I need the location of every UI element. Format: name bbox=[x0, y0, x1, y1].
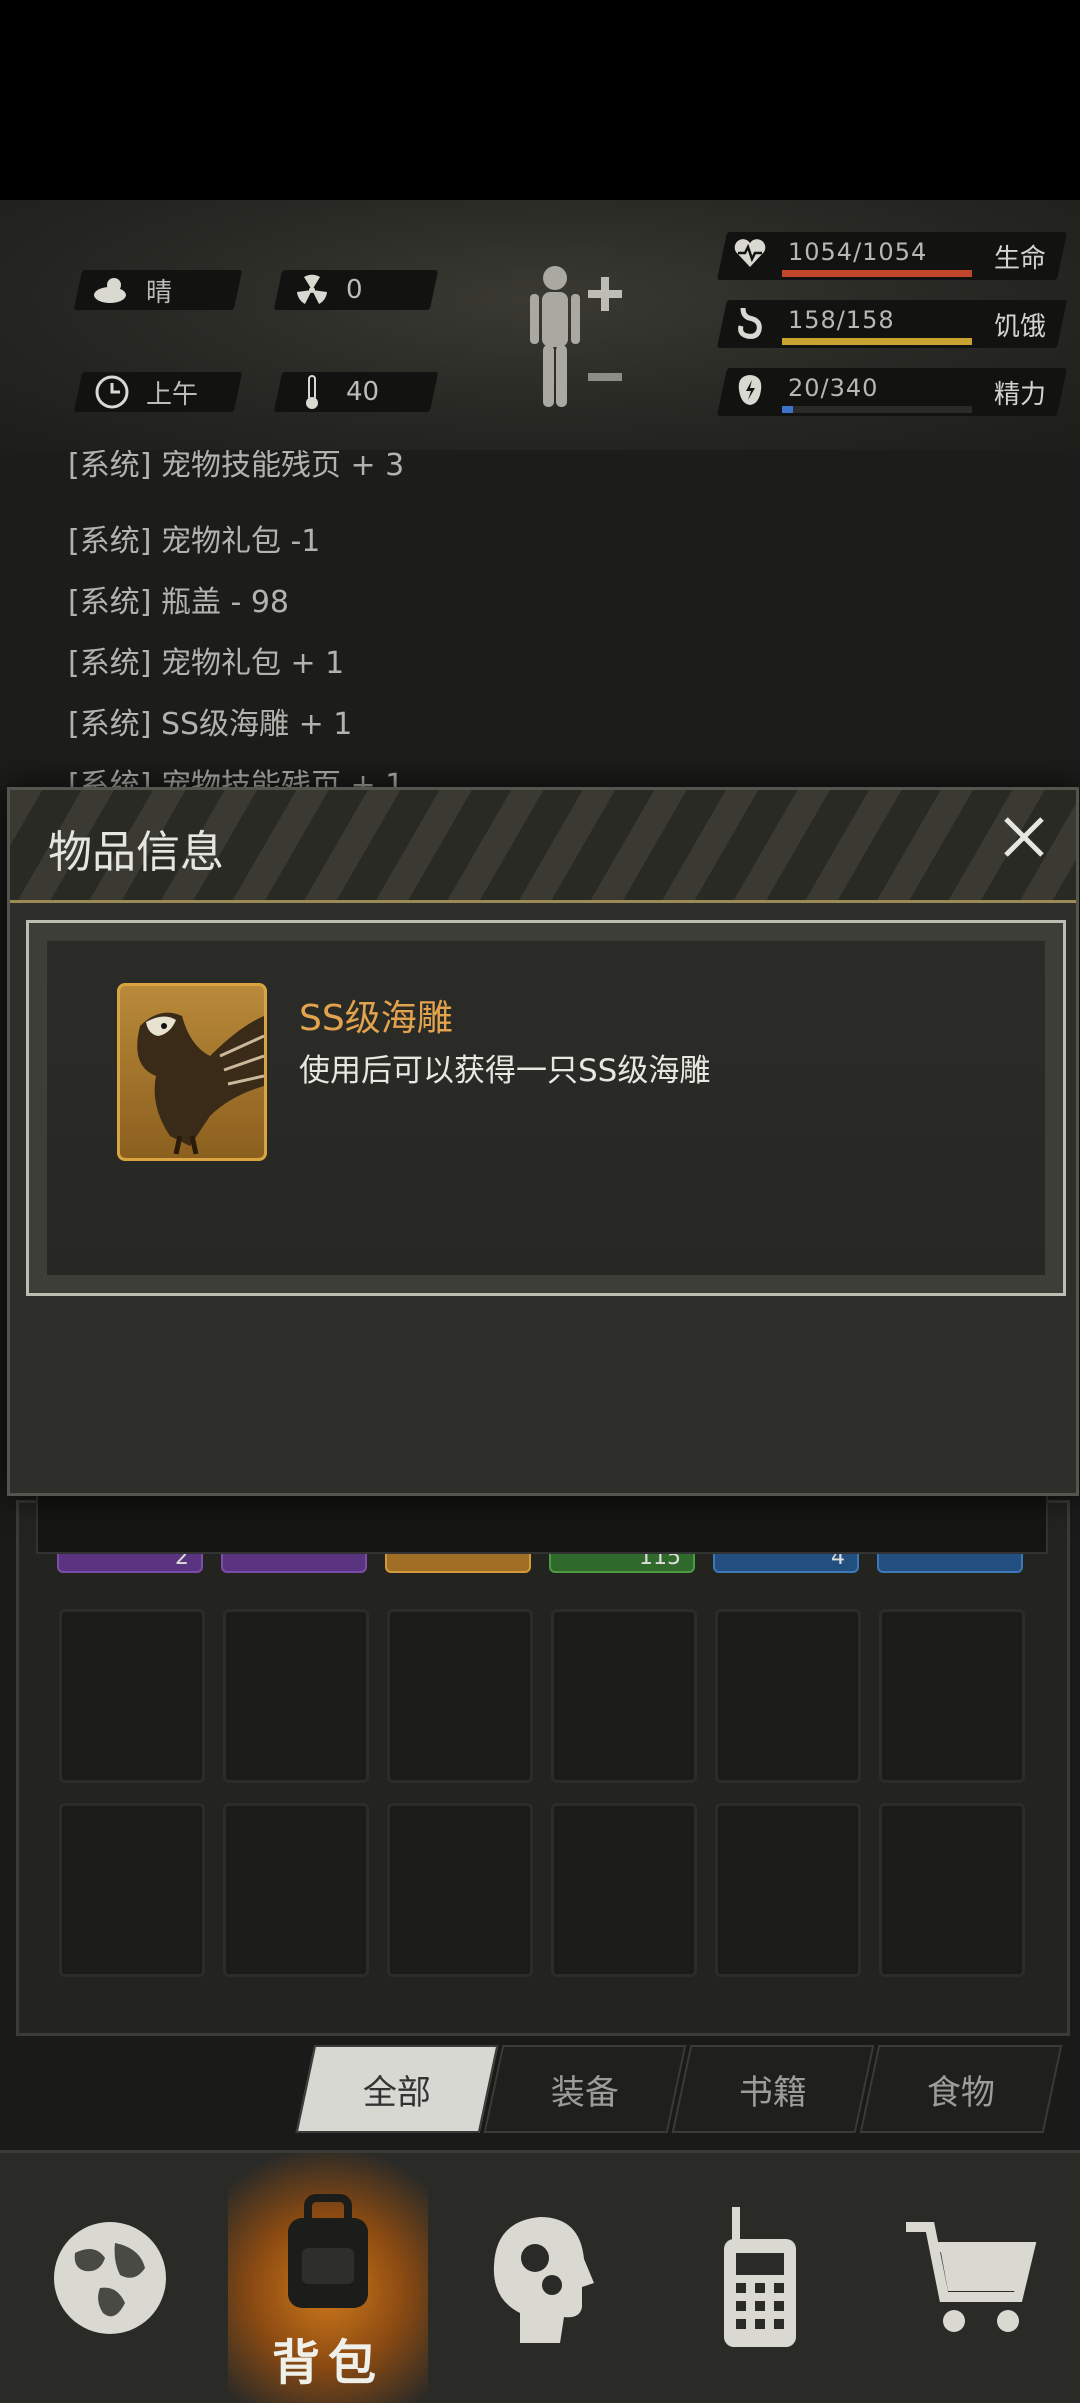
head-gears-icon bbox=[493, 2217, 594, 2343]
inventory-slot[interactable] bbox=[387, 1609, 533, 1783]
health-fill bbox=[782, 270, 972, 277]
tab-equipment[interactable]: 装备 bbox=[483, 2045, 687, 2133]
inventory-slot[interactable] bbox=[387, 1803, 533, 1977]
inventory-grid: 2 115 4 bbox=[16, 1500, 1070, 2036]
hunger-fill bbox=[782, 338, 972, 345]
tab-books[interactable]: 书籍 bbox=[671, 2045, 875, 2133]
radiation-value: 0 bbox=[346, 275, 363, 305]
item-name: SS级海雕 bbox=[299, 998, 453, 1039]
body-status-button[interactable] bbox=[520, 260, 630, 420]
body-figure-icon bbox=[530, 266, 622, 407]
health-value: 1054/1054 bbox=[788, 238, 928, 266]
modal-title: 物品信息 bbox=[48, 827, 224, 878]
inventory-slot[interactable] bbox=[551, 1803, 697, 1977]
tab-label: 食物 bbox=[927, 2072, 995, 2113]
nav-shop-button[interactable] bbox=[870, 2153, 1070, 2403]
hunger-value: 158/158 bbox=[788, 306, 895, 334]
time-stat[interactable]: 上午 bbox=[73, 372, 243, 412]
category-tabs: 全部 装备 书籍 食物 bbox=[295, 2045, 1065, 2133]
radiation-icon bbox=[292, 270, 332, 310]
nav-world-button[interactable] bbox=[10, 2153, 210, 2403]
walkie-talkie-icon bbox=[724, 2207, 796, 2347]
tab-all[interactable]: 全部 bbox=[295, 2045, 499, 2133]
inventory-slot[interactable] bbox=[223, 1803, 369, 1977]
temperature-stat[interactable]: 40 bbox=[273, 372, 439, 412]
item-info-modal: 物品信息 SS级海雕 使用后可以获得一只SS级海雕 bbox=[7, 787, 1079, 1496]
status-panel: 晴 0 上午 40 1054/1054 生命 158/158 饥饿 20/340… bbox=[0, 200, 1080, 453]
energy-icon bbox=[732, 372, 768, 412]
clock-icon bbox=[92, 372, 132, 412]
modal-shadow-tray bbox=[36, 1490, 1048, 1554]
inventory-slot[interactable] bbox=[715, 1609, 861, 1783]
temperature-value: 40 bbox=[346, 377, 380, 407]
inventory-slot[interactable] bbox=[59, 1609, 205, 1783]
inventory-slot[interactable] bbox=[879, 1609, 1025, 1783]
log-line: [系统] 宠物礼包 + 1 bbox=[68, 646, 345, 681]
tab-label: 全部 bbox=[363, 2072, 431, 2113]
log-line: [系统] SS级海雕 + 1 bbox=[68, 707, 353, 742]
close-button[interactable] bbox=[994, 808, 1054, 868]
energy-label: 精力 bbox=[994, 380, 1047, 410]
globe-icon bbox=[54, 2222, 166, 2334]
log-line: [系统] 宠物技能残页 + 1 bbox=[68, 768, 405, 790]
stomach-icon bbox=[732, 304, 768, 344]
tab-label: 装备 bbox=[551, 2072, 619, 2113]
log-line: [系统] 瓶盖 - 98 bbox=[68, 585, 290, 620]
weather-value: 晴 bbox=[146, 277, 173, 308]
nav-backpack-label: 背包 bbox=[271, 2335, 384, 2391]
heart-icon bbox=[732, 236, 768, 276]
inventory-slot[interactable] bbox=[715, 1803, 861, 1977]
inventory-slot[interactable] bbox=[551, 1609, 697, 1783]
radiation-stat[interactable]: 0 bbox=[273, 270, 439, 310]
inventory-slot[interactable] bbox=[879, 1803, 1025, 1977]
cloud-sun-icon bbox=[92, 270, 132, 310]
bottom-navigation: 背包 bbox=[0, 2150, 1080, 2403]
log-line: [系统] 宠物技能残页 + 3 bbox=[68, 450, 405, 483]
nav-backpack-button[interactable]: 背包 bbox=[228, 2153, 428, 2403]
nav-skills-button[interactable] bbox=[440, 2153, 640, 2403]
tab-food[interactable]: 食物 bbox=[859, 2045, 1063, 2133]
backpack-icon bbox=[288, 2194, 368, 2308]
item-description: 使用后可以获得一只SS级海雕 bbox=[299, 1053, 711, 1089]
weather-stat[interactable]: 晴 bbox=[73, 270, 243, 310]
energy-fill bbox=[782, 406, 794, 413]
shopping-cart-icon bbox=[906, 2222, 1037, 2332]
energy-bar: 20/340 精力 bbox=[716, 368, 1068, 416]
inventory-slot[interactable] bbox=[223, 1609, 369, 1783]
hunger-label: 饥饿 bbox=[994, 312, 1047, 342]
item-card: SS级海雕 使用后可以获得一只SS级海雕 bbox=[26, 920, 1066, 1296]
sea-eagle-icon bbox=[117, 983, 267, 1161]
log-line: [系统] 宠物礼包 -1 bbox=[68, 524, 321, 559]
energy-value: 20/340 bbox=[788, 374, 879, 402]
nav-radio-button[interactable] bbox=[660, 2153, 860, 2403]
health-bar: 1054/1054 生命 bbox=[716, 232, 1068, 280]
time-value: 上午 bbox=[146, 379, 199, 410]
hunger-bar: 158/158 饥饿 bbox=[716, 300, 1068, 348]
thermometer-icon bbox=[292, 372, 332, 412]
modal-header: 物品信息 bbox=[10, 790, 1076, 903]
system-log[interactable]: [系统] 宠物技能残页 + 3 [系统] 宠物礼包 -1 [系统] 瓶盖 - 9… bbox=[0, 450, 1080, 790]
top-black-bar bbox=[0, 0, 1080, 200]
close-icon bbox=[1004, 817, 1044, 857]
inventory-slot[interactable] bbox=[59, 1803, 205, 1977]
health-label: 生命 bbox=[994, 244, 1047, 274]
tab-label: 书籍 bbox=[739, 2072, 807, 2113]
